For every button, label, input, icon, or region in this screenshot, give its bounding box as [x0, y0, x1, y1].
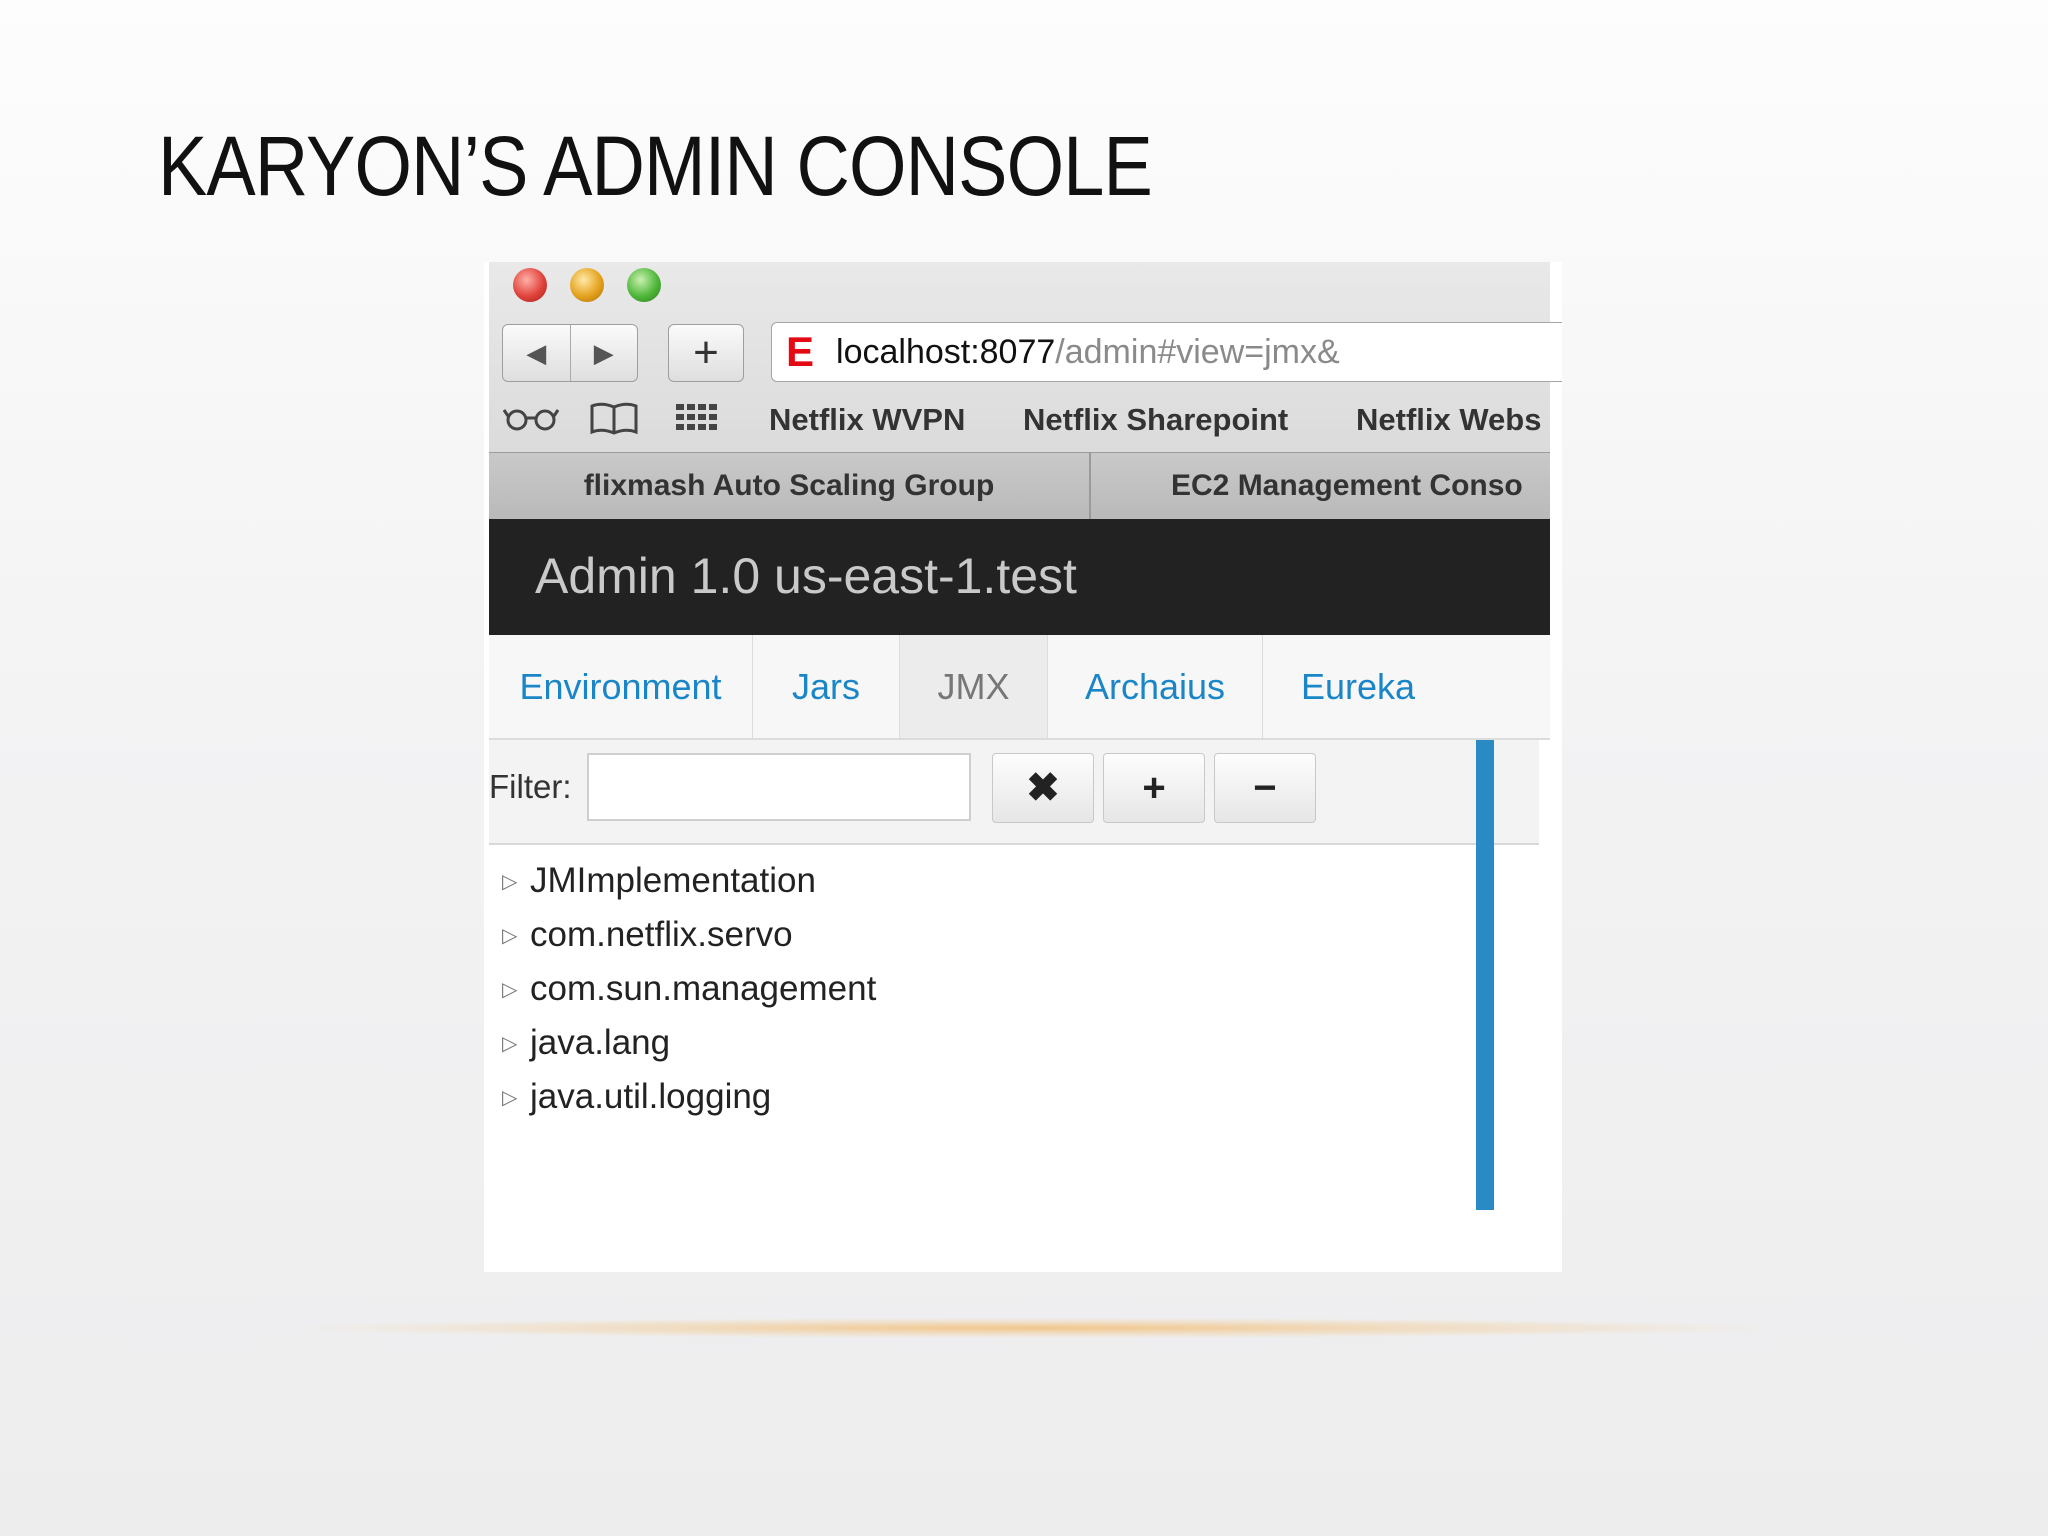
- expand-arrow-icon[interactable]: ▷: [502, 1085, 530, 1110]
- tab-archaius[interactable]: Archaius: [1048, 635, 1263, 738]
- tree-node[interactable]: ▷ com.sun.management: [502, 962, 876, 1016]
- bookmarks-bar: Netflix WVPN Netflix Sharepoint Netflix …: [489, 392, 1550, 447]
- slide-title: KARYON’S ADMIN CONSOLE: [158, 119, 1153, 213]
- history-nav-buttons: ◀ ▶: [502, 324, 638, 382]
- address-bar[interactable]: E localhost:8077 /admin#view=jmx&: [771, 322, 1562, 382]
- tree-node-label: JMImplementation: [530, 861, 816, 900]
- new-tab-button[interactable]: +: [668, 324, 744, 382]
- expand-arrow-icon[interactable]: ▷: [502, 977, 530, 1002]
- tab-environment[interactable]: Environment: [489, 635, 753, 738]
- tree-node-label: com.sun.management: [530, 969, 877, 1008]
- url-path: /admin#view=jmx&: [1055, 332, 1340, 371]
- collapse-all-button[interactable]: −: [1214, 753, 1316, 823]
- mbean-tree: ▷ JMImplementation ▷ com.netflix.servo ▷…: [502, 854, 876, 1124]
- browser-tab-ec2-console[interactable]: EC2 Management Conso: [1091, 453, 1550, 519]
- book-icon[interactable]: [589, 400, 639, 445]
- glasses-icon[interactable]: [502, 400, 560, 443]
- grid-icon[interactable]: [675, 400, 719, 445]
- book-icon-svg: [590, 402, 638, 435]
- minimize-window-button[interactable]: [570, 268, 604, 302]
- tree-node[interactable]: ▷ java.util.logging: [502, 1070, 876, 1124]
- browser-tab-auto-scaling[interactable]: flixmash Auto Scaling Group: [489, 453, 1091, 519]
- tree-node-label: java.lang: [530, 1023, 671, 1062]
- filter-input[interactable]: [587, 753, 971, 821]
- browser-screenshot: ◀ ▶ + E localhost:8077 /admin#view=jmx&: [484, 262, 1562, 1272]
- plus-icon: +: [1142, 765, 1166, 810]
- grid-icon-svg: [676, 404, 717, 430]
- filter-toolbar: Filter: ✖ + −: [489, 740, 1539, 845]
- browser-chrome: ◀ ▶ + E localhost:8077 /admin#view=jmx&: [489, 262, 1562, 520]
- site-favicon-icon: E: [786, 328, 815, 375]
- filter-label: Filter:: [489, 768, 572, 805]
- tab-eureka[interactable]: Eureka: [1263, 635, 1453, 738]
- close-window-button[interactable]: [513, 268, 547, 302]
- tree-node-label: java.util.logging: [530, 1077, 772, 1116]
- tree-node[interactable]: ▷ JMImplementation: [502, 854, 876, 908]
- tree-node-label: com.netflix.servo: [530, 915, 793, 954]
- browser-tab-strip: flixmash Auto Scaling Group EC2 Manageme…: [489, 452, 1550, 520]
- minus-icon: −: [1253, 765, 1277, 810]
- decorative-divider: [300, 1318, 1770, 1338]
- panel-splitter[interactable]: [1476, 740, 1494, 1210]
- tab-jars[interactable]: Jars: [753, 635, 899, 738]
- url-host: localhost:8077: [836, 332, 1056, 371]
- back-button[interactable]: ◀: [503, 325, 571, 381]
- glasses-icon-svg: [502, 409, 560, 431]
- expand-arrow-icon[interactable]: ▷: [502, 1031, 530, 1056]
- bookmark-netflix-wvpn[interactable]: Netflix WVPN: [769, 402, 965, 438]
- app-header: Admin 1.0 us-east-1.test: [489, 519, 1550, 635]
- forward-button[interactable]: ▶: [571, 325, 638, 381]
- bookmark-netflix-webs[interactable]: Netflix Webs: [1356, 402, 1541, 438]
- app-title: Admin 1.0 us-east-1.test: [535, 548, 1077, 604]
- bookmark-netflix-sharepoint[interactable]: Netflix Sharepoint: [1023, 402, 1288, 438]
- expand-arrow-icon[interactable]: ▷: [502, 869, 530, 894]
- expand-arrow-icon[interactable]: ▷: [502, 923, 530, 948]
- tree-node[interactable]: ▷ com.netflix.servo: [502, 908, 876, 962]
- close-icon: ✖: [1026, 766, 1060, 810]
- tree-node[interactable]: ▷ java.lang: [502, 1016, 876, 1070]
- clear-filter-button[interactable]: ✖: [992, 753, 1094, 823]
- app-tab-bar: Environment Jars JMX Archaius Eureka: [489, 635, 1550, 740]
- zoom-window-button[interactable]: [627, 268, 661, 302]
- tab-jmx[interactable]: JMX: [899, 635, 1048, 738]
- expand-all-button[interactable]: +: [1103, 753, 1205, 823]
